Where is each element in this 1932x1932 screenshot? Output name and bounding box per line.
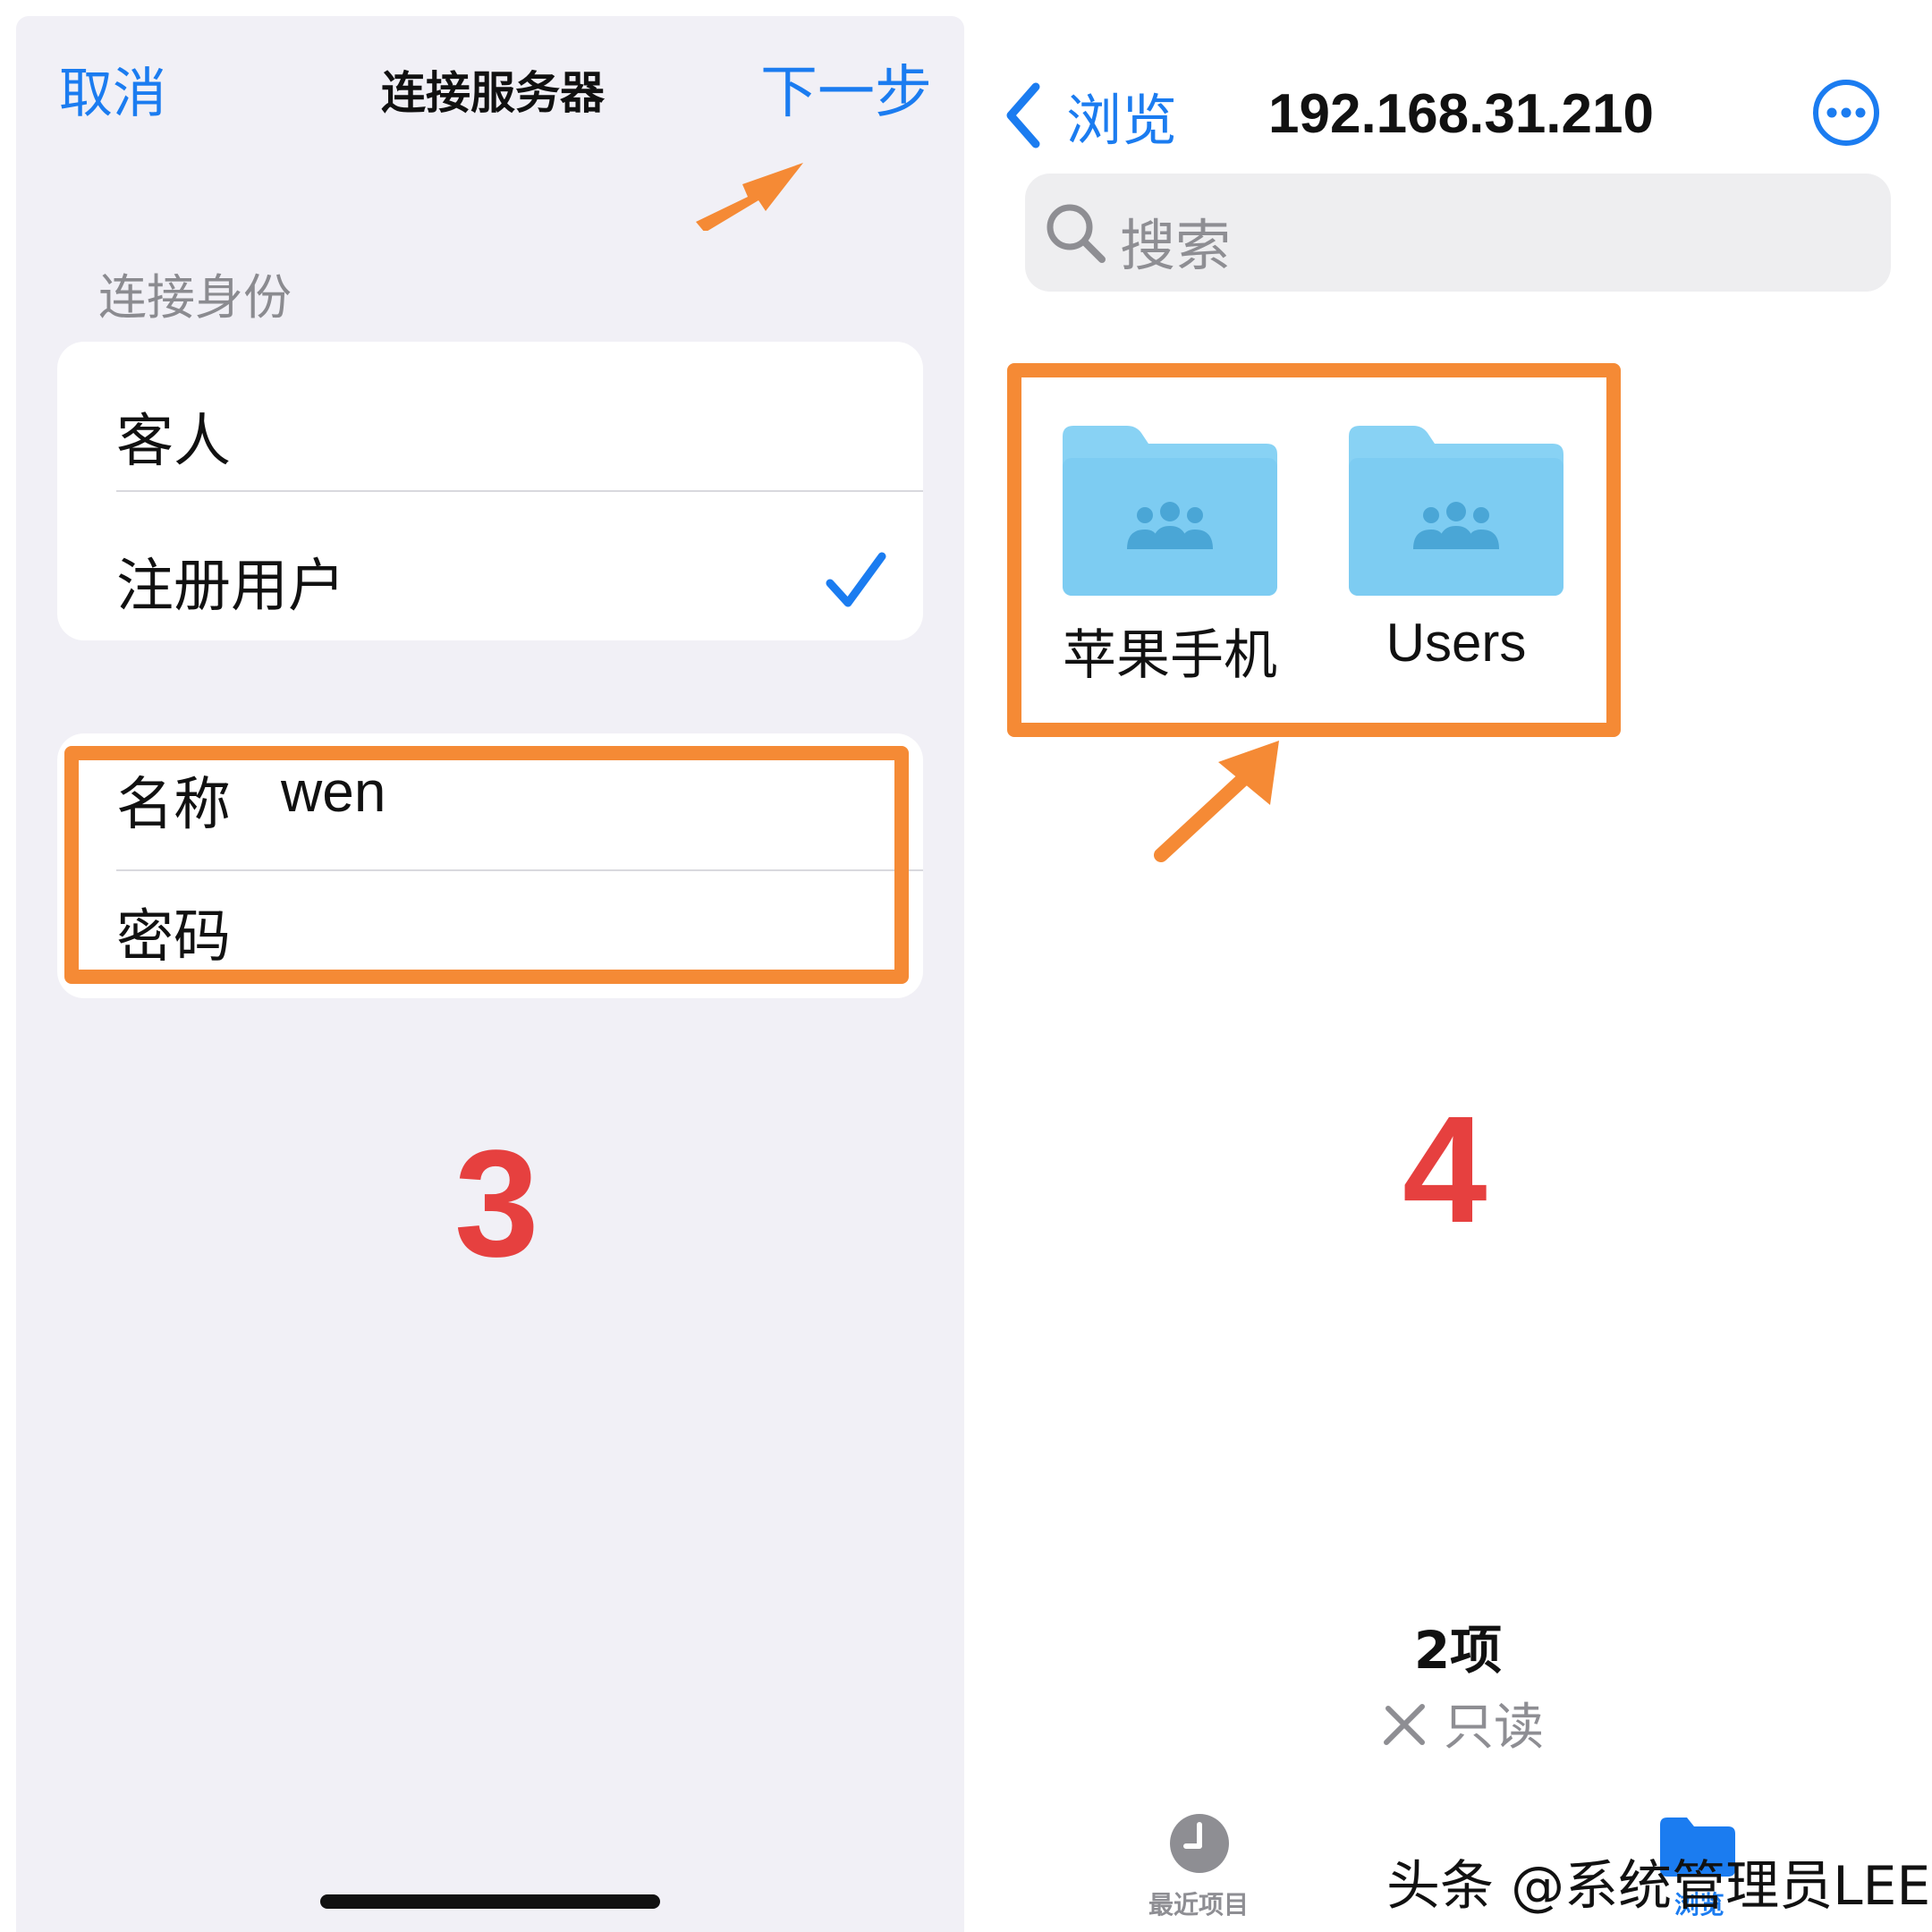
clock-icon: [1170, 1814, 1229, 1873]
back-button[interactable]: 浏览: [1002, 75, 1177, 156]
watermark: 头条 @系统管理员LEE: [1386, 1855, 1931, 1918]
step-number: 4: [1402, 1085, 1487, 1255]
page-title: 192.168.31.210: [1268, 83, 1654, 145]
cancel-button[interactable]: 取消: [59, 50, 166, 128]
item-count: 2项: [1413, 1620, 1503, 1681]
tab-recents-label: 最近项目: [1148, 1890, 1249, 1919]
readonly-pencil-icon: [1384, 1703, 1425, 1745]
arrow-icon: [1154, 741, 1279, 862]
section-label: 连接身份: [98, 269, 292, 326]
identity-option-registered[interactable]: 注册用户: [116, 540, 345, 623]
next-button[interactable]: 下一步: [760, 47, 932, 129]
highlight-box: [1007, 363, 1621, 737]
more-circle-icon[interactable]: [1810, 77, 1882, 148]
back-label: 浏览: [1066, 88, 1178, 153]
search-placeholder: 搜索: [1120, 213, 1232, 278]
identity-card: 客人 注册用户: [57, 342, 923, 640]
connect-server-screen: 取消 连接服务器 下一步 连接身份 客人 注册用户 名称 wen 密码 3: [16, 16, 964, 1932]
chevron-left-icon: [1006, 82, 1040, 148]
page-title: 连接服务器: [381, 67, 605, 119]
browse-screen: 浏览 192.168.31.210 搜索 苹果手机 Users 4 2项 只读 …: [966, 0, 1932, 1932]
search-icon: [1046, 204, 1106, 263]
readonly-status: 只读: [1379, 1687, 1544, 1759]
arrow-icon: [696, 163, 803, 231]
divider: [116, 490, 923, 492]
identity-option-guest[interactable]: 客人: [116, 395, 231, 478]
highlight-box: [64, 746, 909, 984]
tab-recents[interactable]: 最近项目: [1145, 1812, 1252, 1919]
search-input[interactable]: 搜索: [1025, 174, 1891, 292]
checkmark-icon: [826, 552, 886, 607]
home-indicator: [320, 1894, 660, 1909]
readonly-label: 只读: [1444, 1699, 1544, 1757]
step-number: 3: [454, 1119, 539, 1289]
